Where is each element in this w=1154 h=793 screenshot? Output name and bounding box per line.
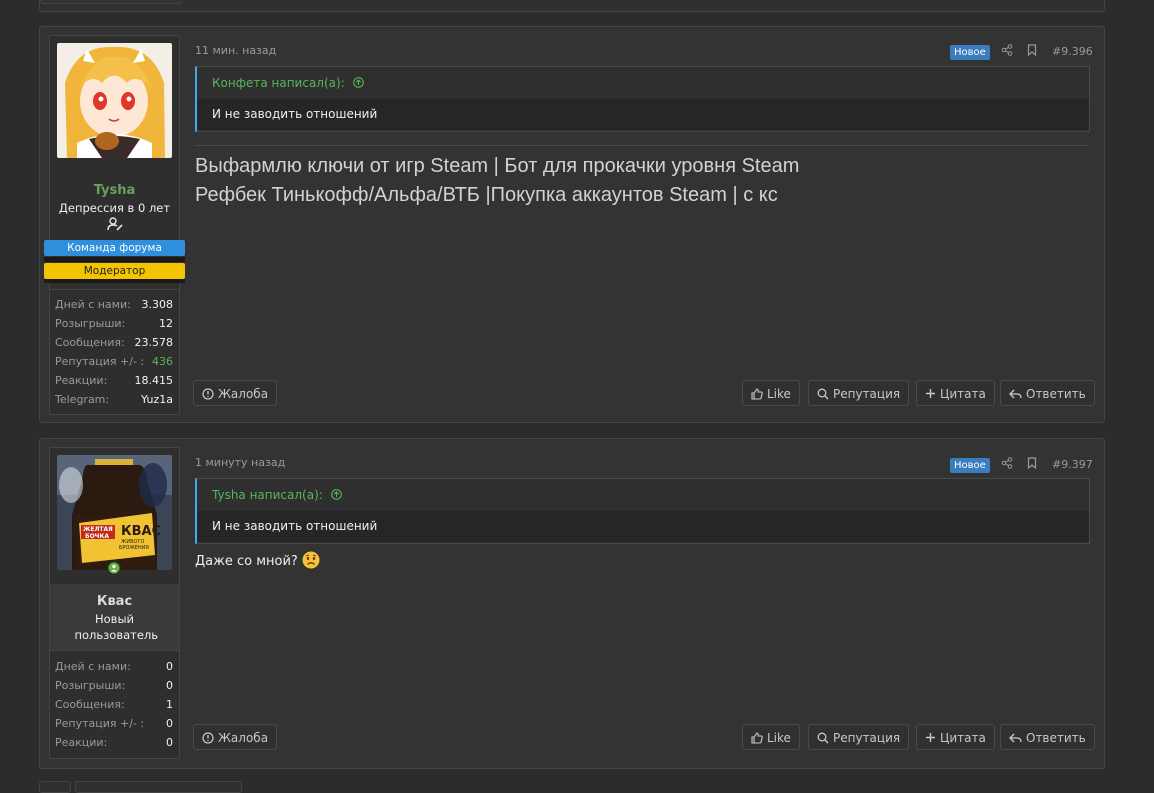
online-indicator-icon xyxy=(107,561,121,575)
like-button[interactable]: Like xyxy=(742,724,800,750)
quote-block: Tysha написал(а): И не заводить отношени… xyxy=(195,478,1090,544)
moderator-banner: Модератор xyxy=(44,263,185,279)
reply-icon xyxy=(1009,387,1022,401)
reply-button[interactable]: Ответить xyxy=(1000,724,1095,750)
stat-giveaways: Розыгрыши: 12 xyxy=(55,317,173,330)
search-icon xyxy=(817,731,829,745)
svg-text:БОЧКА: БОЧКА xyxy=(85,533,109,540)
quote-button[interactable]: Цитата xyxy=(916,380,995,406)
pagination-fragment[interactable] xyxy=(39,781,71,793)
reply-button[interactable]: Ответить xyxy=(1000,380,1095,406)
new-badge: Новое xyxy=(950,458,990,473)
plus-icon xyxy=(925,731,936,745)
quote-author[interactable]: Tysha написал(а): xyxy=(212,488,323,502)
stat-days: Дней с нами: 0 xyxy=(55,660,173,673)
quote-block: Конфета написал(а): И не заводить отноше… xyxy=(195,66,1090,132)
reputation-button[interactable]: Репутация xyxy=(808,724,910,750)
stat-messages: Сообщения: 1 xyxy=(55,698,173,711)
username[interactable]: Tysha xyxy=(50,183,179,198)
svg-text:БРОЖЕНИЯ: БРОЖЕНИЯ xyxy=(119,545,149,551)
previous-post-button-fragment xyxy=(40,0,182,4)
worried-face-emoji-icon xyxy=(302,551,320,569)
user-title: Депрессия в 0 лет xyxy=(58,201,171,215)
bookmark-icon[interactable] xyxy=(1027,457,1037,472)
alert-circle-icon xyxy=(202,731,214,745)
post-time[interactable]: 11 мин. назад xyxy=(195,44,276,57)
alert-circle-icon xyxy=(202,387,214,401)
stat-messages: Сообщения: 23.578 xyxy=(55,336,173,349)
post-9396: Tysha Депрессия в 0 лет Команда форума М… xyxy=(39,26,1105,423)
user-stats: Дней с нами: 0 Розыгрыши: 0 Сообщения: 1 Ре… xyxy=(50,650,179,758)
bookmark-icon[interactable] xyxy=(1027,44,1037,59)
post-time[interactable]: 1 минуту назад xyxy=(195,456,285,469)
pagination-fragment[interactable] xyxy=(75,781,242,793)
stat-giveaways: Розыгрыши: 0 xyxy=(55,679,173,692)
search-icon xyxy=(817,387,829,401)
user-edit-icon xyxy=(50,217,179,234)
new-badge: Новое xyxy=(950,45,990,60)
signature-line-2[interactable]: Рефбек Тинькофф/Альфа/ВТБ |Покупка аккау… xyxy=(195,184,778,207)
previous-post-fragment xyxy=(39,0,1105,12)
share-icon[interactable] xyxy=(1001,457,1013,472)
avatar[interactable] xyxy=(57,43,172,158)
quote-author[interactable]: Конфета написал(а): xyxy=(212,76,345,90)
report-button[interactable]: Жалоба xyxy=(193,724,278,750)
user-cell: Tysha Депрессия в 0 лет Команда форума М… xyxy=(44,35,185,415)
stat-telegram: Telegram: Yuz1a xyxy=(55,393,173,406)
post-9397: ЖЕЛТАЯ БОЧКА КВАС ЖИВОГО БРОЖЕНИЯ Квас Н… xyxy=(39,438,1105,769)
team-banner: Команда форума xyxy=(44,240,185,256)
quote-text: И не заводить отношений xyxy=(197,99,1089,130)
svg-text:КВАС: КВАС xyxy=(121,524,161,539)
avatar-image xyxy=(57,43,172,158)
report-button[interactable]: Жалоба xyxy=(193,380,278,406)
quote-header[interactable]: Tysha написал(а): xyxy=(197,479,1089,511)
plus-icon xyxy=(925,387,936,401)
quote-header[interactable]: Конфета написал(а): xyxy=(197,67,1089,99)
stat-reputation: Репутация +/- :0 xyxy=(55,717,173,730)
stat-reactions: Реакции: 18.415 xyxy=(55,374,173,387)
post-number[interactable]: #9.397 xyxy=(1052,458,1093,471)
post-number[interactable]: #9.396 xyxy=(1052,45,1093,58)
stat-reactions: Реакции: 0 xyxy=(55,736,173,749)
banner-divider xyxy=(44,279,185,283)
thumbs-up-icon xyxy=(751,387,763,401)
share-icon[interactable] xyxy=(1001,44,1013,59)
reputation-button[interactable]: Репутация xyxy=(808,380,910,406)
avatar[interactable]: ЖЕЛТАЯ БОЧКА КВАС ЖИВОГО БРОЖЕНИЯ xyxy=(57,455,172,570)
message-text: Даже со мной? xyxy=(195,551,320,569)
username[interactable]: Квас xyxy=(50,594,179,609)
quote-button[interactable]: Цитата xyxy=(916,724,995,750)
thumbs-up-icon xyxy=(751,731,763,745)
banner-divider xyxy=(44,257,185,262)
signature-divider xyxy=(195,145,1088,146)
user-title: Новый пользователь xyxy=(74,612,159,642)
svg-text:ЖЕЛТАЯ: ЖЕЛТАЯ xyxy=(83,526,113,533)
avatar-image: ЖЕЛТАЯ БОЧКА КВАС ЖИВОГО БРОЖЕНИЯ xyxy=(57,455,172,570)
user-stats: Дней с нами: 3.308 Розыгрыши: 12 Сообщения… xyxy=(50,289,179,414)
arrow-up-circle-icon[interactable] xyxy=(352,76,364,90)
quote-text: И не заводить отношений xyxy=(197,511,1089,542)
reply-icon xyxy=(1009,731,1022,745)
user-cell: ЖЕЛТАЯ БОЧКА КВАС ЖИВОГО БРОЖЕНИЯ Квас Н… xyxy=(49,447,180,759)
arrow-up-circle-icon[interactable] xyxy=(330,488,342,502)
signature-line-1[interactable]: Выфармлю ключи от игр Steam | Бот для пр… xyxy=(195,155,799,178)
stat-reputation: Репутация +/- :436 xyxy=(55,355,173,368)
like-button[interactable]: Like xyxy=(742,380,800,406)
stat-days: Дней с нами: 3.308 xyxy=(55,298,173,311)
